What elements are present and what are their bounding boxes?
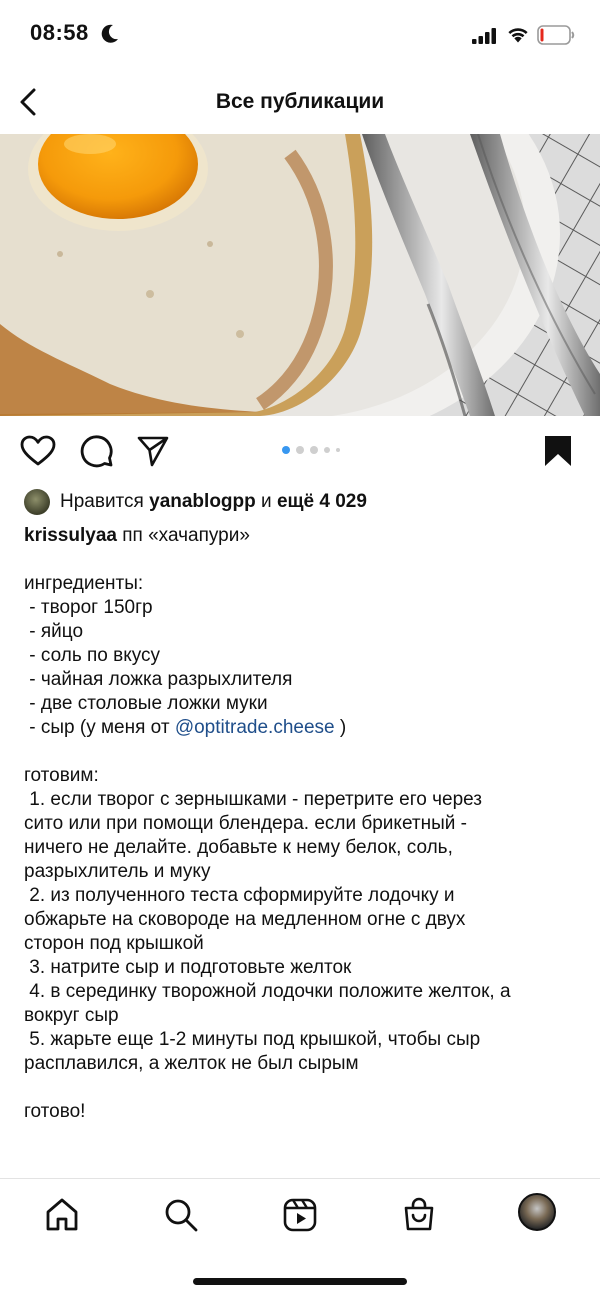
carousel-indicator [282, 446, 340, 454]
moon-icon [101, 24, 118, 43]
like-button[interactable] [20, 435, 56, 472]
liker-avatar [24, 489, 50, 515]
caption-username[interactable]: krissulyaa [24, 525, 117, 546]
step-line: обжарьте на сковороде на медленном огне … [24, 909, 466, 930]
status-time: 08:58 [30, 20, 89, 45]
home-icon [46, 1198, 78, 1231]
reels-icon [283, 1198, 317, 1232]
home-indicator [193, 1278, 407, 1285]
carousel-dot [282, 446, 290, 454]
likes-middle: и [261, 491, 272, 512]
ingredient-line: - соль по вкусу [24, 645, 161, 666]
step-line: расплавился, а желток не был сырым [24, 1053, 359, 1074]
step-line: 2. из полученного теста сформируйте лодо… [24, 885, 455, 906]
send-icon [137, 436, 169, 467]
step-line: 5. жарьте еще 1-2 минуты под крышкой, чт… [24, 1029, 481, 1050]
nav-shop-button[interactable] [401, 1197, 437, 1238]
nav-profile-avatar[interactable] [518, 1193, 556, 1231]
caption-title: пп «хачапури» [122, 525, 250, 546]
post-actions [0, 416, 600, 486]
status-bar: 08:58 [0, 0, 600, 70]
nav-search-button[interactable] [163, 1197, 199, 1238]
comment-button[interactable] [80, 434, 114, 473]
step-line: 3. натрите сыр и подготовьте желток [24, 957, 352, 978]
ingredient-line: - яйцо [24, 621, 84, 642]
carousel-dot [310, 446, 318, 454]
comment-icon [80, 435, 113, 468]
ingredient-line: - творог 150гр [24, 597, 153, 618]
likes-prefix: Нравится [60, 491, 144, 512]
search-icon [165, 1199, 198, 1232]
steps-header: готовим: [24, 765, 99, 786]
step-line: 1. если творог с зернышками - перетрите … [24, 789, 482, 810]
share-button[interactable] [136, 434, 170, 473]
heart-icon [20, 435, 56, 466]
post-image[interactable] [0, 134, 600, 416]
save-button[interactable] [544, 435, 572, 472]
battery-icon [537, 25, 575, 45]
carousel-dot [336, 448, 340, 452]
step-line: сторон под крышкой [24, 933, 204, 954]
step-line: 4. в серединку творожной лодочки положит… [24, 981, 511, 1002]
likes-count[interactable]: ещё 4 029 [277, 491, 367, 513]
step-line: разрыхлитель и муку [24, 861, 211, 882]
ingredient-line: - чайная ложка разрыхлителя [24, 669, 293, 690]
post-caption: krissulyaa пп «хачапури» ингредиенты: - … [24, 524, 580, 1124]
likes-row[interactable]: Нравится yanablogpp и ещё 4 029 [24, 486, 367, 518]
carousel-dot [324, 447, 330, 453]
nav-header: Все публикации [0, 70, 600, 134]
nav-home-button[interactable] [44, 1197, 80, 1238]
liker-username[interactable]: yanablogpp [149, 491, 256, 513]
step-line: ничего не делайте. добавьте к нему белок… [24, 837, 453, 858]
shop-icon [404, 1197, 434, 1231]
ingredient-cheese-suffix: ) [334, 717, 347, 738]
ingredients-header: ингредиенты: [24, 573, 144, 594]
wifi-icon [508, 28, 528, 43]
step-line: сито или при помощи блендера. если брике… [24, 813, 467, 834]
page-title: Все публикации [215, 90, 385, 113]
caption-ending: готово! [24, 1101, 86, 1122]
carousel-dot [296, 446, 304, 454]
bookmark-icon [545, 436, 571, 466]
mention-link[interactable]: @optitrade.cheese [175, 717, 335, 738]
ingredient-cheese: - сыр (у меня от [24, 717, 175, 738]
step-line: вокруг сыр [24, 1005, 119, 1026]
food-photo [0, 134, 600, 416]
cellular-signal-icon [472, 28, 496, 44]
nav-reels-button[interactable] [282, 1197, 318, 1238]
bottom-nav [0, 1178, 600, 1249]
ingredient-line: - две столовые ложки муки [24, 693, 268, 714]
